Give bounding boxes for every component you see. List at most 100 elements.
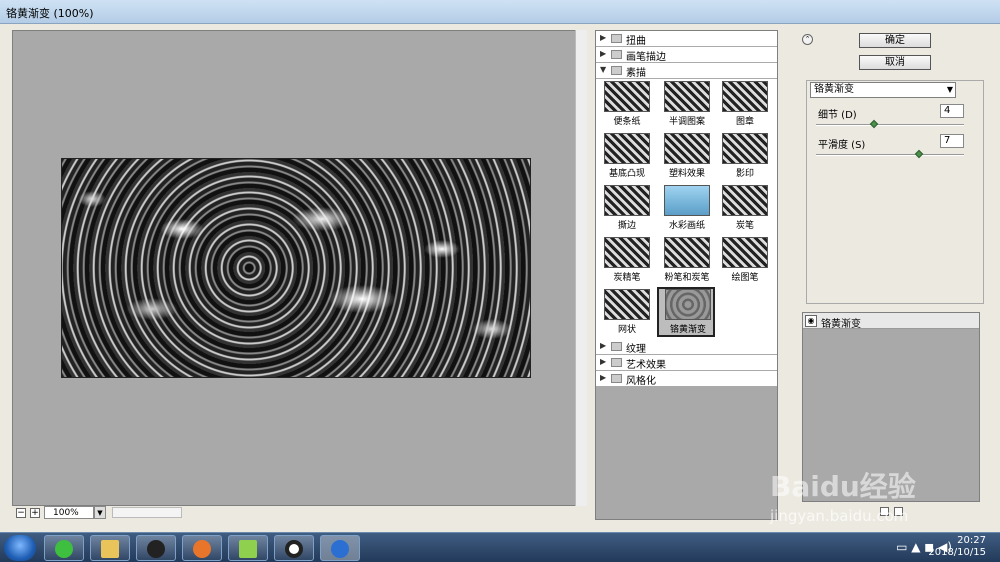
thumb-label: 影印 xyxy=(735,169,754,179)
filter-thumb-torn-edges[interactable]: 撕边 xyxy=(598,185,656,235)
preview-horizontal-scrollbar[interactable] xyxy=(112,507,182,518)
filter-thumb-bas-relief[interactable]: 基底凸现 xyxy=(598,133,656,183)
effect-layer-row[interactable]: ◉ 铬黄渐变 xyxy=(803,313,979,330)
chevron-down-icon: ▼ xyxy=(946,85,953,94)
thumb-image xyxy=(604,185,650,216)
thumb-label: 绘图笔 xyxy=(731,273,759,283)
photoshop-icon xyxy=(331,540,349,558)
category-sketch[interactable]: ▼ 素描 xyxy=(596,63,777,79)
thumb-image xyxy=(664,237,710,268)
filter-thumb-photocopy[interactable]: 影印 xyxy=(716,133,774,183)
detail-label: 细节 (D) xyxy=(818,110,857,121)
delete-effect-layer-icon[interactable] xyxy=(894,507,903,516)
smoothness-label: 平滑度 (S) xyxy=(818,140,866,151)
taskbar-app-video[interactable] xyxy=(228,535,268,561)
thumb-image xyxy=(604,289,650,320)
record-icon xyxy=(285,540,303,558)
category-label: 画笔描边 xyxy=(626,52,666,63)
taskbar-app-recorder[interactable] xyxy=(274,535,314,561)
preview-pane[interactable] xyxy=(12,30,587,506)
category-stylize[interactable]: ▶ 风格化 xyxy=(596,371,777,387)
filter-thumb-graphic-pen[interactable]: 绘图笔 xyxy=(716,237,774,287)
thumb-image xyxy=(722,237,768,268)
clock-date: 2018/10/15 xyxy=(928,547,986,558)
collapse-gallery-icon[interactable]: ⌃ xyxy=(802,34,813,45)
video-app-icon xyxy=(239,540,257,558)
category-texture[interactable]: ▶ 纹理 xyxy=(596,339,777,355)
thumb-label: 撕边 xyxy=(617,221,636,231)
taskbar-clock[interactable]: 20:27 2018/10/15 xyxy=(928,535,986,559)
expand-arrow-icon: ▶ xyxy=(600,357,607,366)
clock-time: 20:27 xyxy=(957,535,986,546)
taskbar-app-photoshop[interactable] xyxy=(320,535,360,561)
thumb-label: 塑料效果 xyxy=(668,169,705,179)
filter-select[interactable]: 铬黄渐变 ▼ xyxy=(810,82,956,98)
folder-icon xyxy=(611,374,622,383)
new-effect-layer-icon[interactable] xyxy=(880,507,889,516)
filter-thumb-charcoal[interactable]: 炭笔 xyxy=(716,185,774,235)
thumb-image xyxy=(604,237,650,268)
ok-button[interactable]: 确定 xyxy=(859,33,931,48)
taskbar-app-firefox[interactable] xyxy=(182,535,222,561)
category-artistic[interactable]: ▶ 艺术效果 xyxy=(596,355,777,371)
effect-layer-name: 铬黄渐变 xyxy=(821,319,861,330)
filter-thumb-stamp[interactable]: 图章 xyxy=(716,81,774,131)
zoom-dropdown-icon[interactable]: ▼ xyxy=(94,506,106,519)
expand-arrow-icon: ▶ xyxy=(600,341,607,350)
filter-thumb-chalk-charcoal[interactable]: 粉笔和炭笔 xyxy=(658,237,716,287)
filter-thumb-note-paper[interactable]: 便条纸 xyxy=(598,81,656,131)
filter-select-value: 铬黄渐变 xyxy=(814,84,854,95)
taskbar-app-qq[interactable] xyxy=(136,535,176,561)
folder-icon xyxy=(611,50,622,59)
preview-vertical-scrollbar[interactable] xyxy=(575,30,587,506)
thumb-image xyxy=(664,81,710,112)
smoothness-input[interactable]: 7 xyxy=(940,134,964,148)
thumb-label: 半调图案 xyxy=(668,117,705,127)
thumb-image xyxy=(722,133,768,164)
folder-icon xyxy=(611,342,622,351)
title-bar: 铬黄渐变 (100%) xyxy=(0,0,1000,24)
thumb-label: 图章 xyxy=(735,117,754,127)
taskbar-app-explorer[interactable] xyxy=(90,535,130,561)
firefox-icon xyxy=(193,540,211,558)
thumb-label: 便条纸 xyxy=(613,117,641,127)
filter-thumb-chrome[interactable]: 铬黄渐变 xyxy=(657,287,715,337)
expand-arrow-icon: ▶ xyxy=(600,373,607,382)
thumb-image xyxy=(604,133,650,164)
category-distort[interactable]: ▶ 扭曲 xyxy=(596,31,777,47)
folder-icon xyxy=(611,358,622,367)
folder-icon xyxy=(101,540,119,558)
zoom-in-button[interactable]: + xyxy=(30,508,40,518)
thumb-image xyxy=(722,185,768,216)
thumb-label: 炭笔 xyxy=(735,221,754,231)
detail-input[interactable]: 4 xyxy=(940,104,964,118)
eye-icon[interactable]: ◉ xyxy=(805,315,817,327)
app-icon xyxy=(55,540,73,558)
category-label: 素描 xyxy=(626,68,646,79)
category-label: 风格化 xyxy=(626,376,656,387)
detail-slider[interactable] xyxy=(816,119,964,129)
filter-thumb-halftone[interactable]: 半调图案 xyxy=(658,81,716,131)
taskbar-app-360[interactable] xyxy=(44,535,84,561)
zoom-field[interactable]: 100% xyxy=(44,506,94,519)
zoom-bar: − + 100% ▼ xyxy=(12,506,587,520)
window-title: 铬黄渐变 (100%) xyxy=(6,7,94,20)
smoothness-slider[interactable] xyxy=(816,149,964,159)
category-label: 艺术效果 xyxy=(626,360,666,371)
zoom-out-button[interactable]: − xyxy=(16,508,26,518)
filter-thumb-plaster[interactable]: 塑料效果 xyxy=(658,133,716,183)
filter-gallery-panel: ▶ 扭曲 ▶ 画笔描边 ▼ 素描 便条纸 半调图案 图章 基底凸现 塑料效果 影… xyxy=(595,30,778,520)
filter-thumb-conte-crayon[interactable]: 炭精笔 xyxy=(598,237,656,287)
category-brush-strokes[interactable]: ▶ 画笔描边 xyxy=(596,47,777,63)
thumb-image xyxy=(665,289,711,320)
preview-image xyxy=(61,158,531,378)
folder-open-icon xyxy=(611,66,622,75)
windows-taskbar: ▭ ▲ ◼ ◀) 20:27 2018/10/15 xyxy=(0,532,1000,562)
thumb-label: 水彩画纸 xyxy=(668,221,705,231)
filter-thumb-reticulation[interactable]: 网状 xyxy=(598,289,656,339)
filter-thumb-water-paper[interactable]: 水彩画纸 xyxy=(658,185,716,235)
start-button[interactable] xyxy=(4,535,36,561)
cancel-button[interactable]: 取消 xyxy=(859,55,931,70)
thumb-image xyxy=(722,81,768,112)
collapse-arrow-icon: ▼ xyxy=(600,65,607,74)
